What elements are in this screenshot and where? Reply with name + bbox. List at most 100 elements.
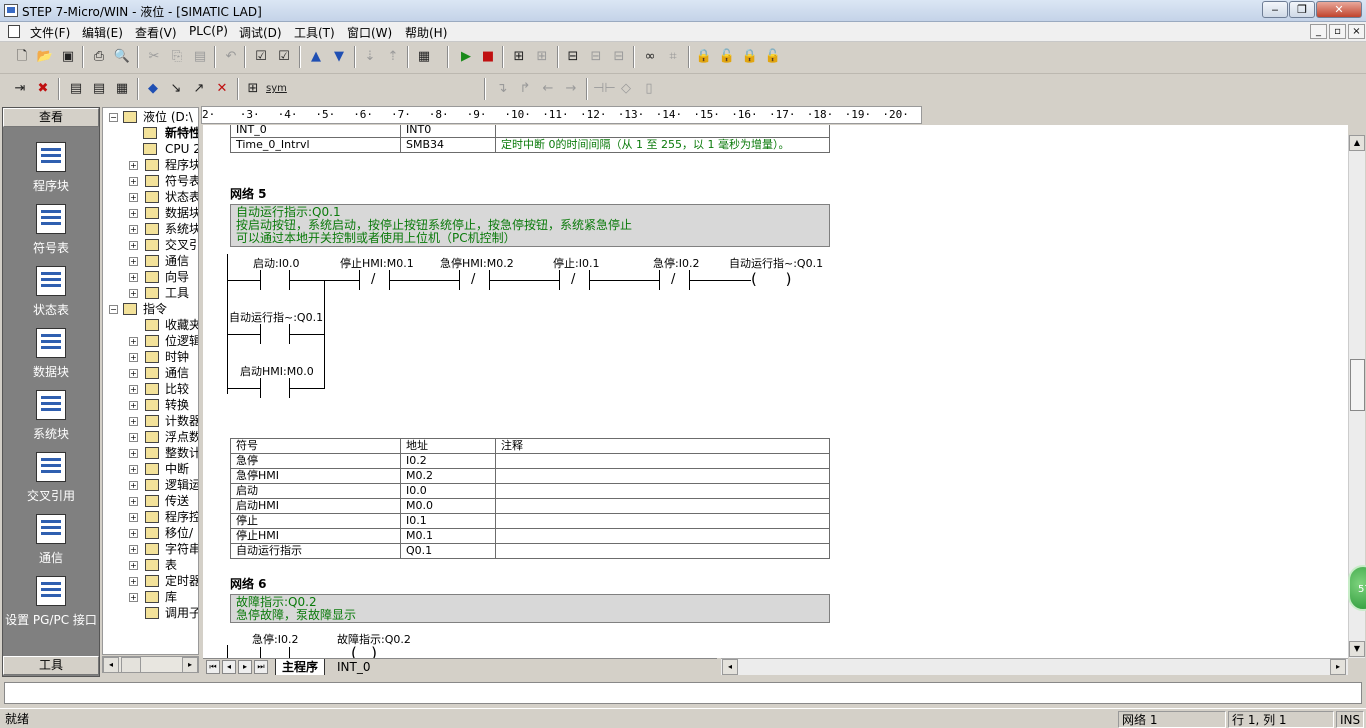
collapse-icon[interactable]: − <box>109 113 118 122</box>
sort-descending-icon[interactable]: ⇡ <box>383 47 403 67</box>
force-icon[interactable]: ∞ <box>640 47 660 67</box>
menu-file[interactable]: 文件(F) <box>30 24 70 41</box>
box-icon[interactable]: ▯ <box>639 79 659 99</box>
contact-estop-n6[interactable]: 急停:I0.2 <box>252 631 298 647</box>
nav-header[interactable]: 查看 <box>3 108 99 127</box>
expand-icon[interactable]: + <box>129 577 138 586</box>
menu-debug[interactable]: 调试(D) <box>239 24 282 41</box>
scroll-right-icon[interactable]: ▸ <box>1330 659 1346 675</box>
contact-stop-hmi[interactable]: 停止HMI:M0.1 <box>340 255 414 271</box>
editor-horizontal-scrollbar[interactable]: ◂ ▸ <box>721 658 1348 675</box>
nav-symbol-table[interactable]: 符号表 <box>3 204 99 266</box>
delete-network-icon[interactable]: ✖ <box>33 79 53 99</box>
save-all-icon[interactable]: ▣ <box>58 47 78 67</box>
minimize-button[interactable]: ‒ <box>1262 1 1288 18</box>
sym-icon[interactable]: sym <box>266 79 287 99</box>
chart-pause-icon[interactable]: ⊟ <box>586 47 606 67</box>
nav-status-chart[interactable]: 状态表 <box>3 266 99 328</box>
insert-network-icon[interactable]: ⇥ <box>10 79 30 99</box>
expand-icon[interactable]: + <box>129 593 138 602</box>
network-6-title[interactable]: 网络 6 <box>230 575 267 592</box>
nav-system-block[interactable]: 系统块 <box>3 390 99 452</box>
print-icon[interactable]: ⎙ <box>89 47 109 67</box>
line-left-icon[interactable]: ← <box>538 79 558 99</box>
expand-icon[interactable]: + <box>129 401 138 410</box>
contact-start[interactable]: 启动:I0.0 <box>253 255 299 271</box>
program-status-icon[interactable]: ⊞ <box>509 47 529 67</box>
prev-bookmark-icon[interactable]: ↗ <box>189 79 209 99</box>
cut-icon[interactable]: ✂ <box>144 47 164 67</box>
expand-icon[interactable]: + <box>129 353 138 362</box>
expand-icon[interactable]: + <box>129 561 138 570</box>
line-down-icon[interactable]: ↴ <box>492 79 512 99</box>
auto-run-coil[interactable]: ( ) <box>751 270 803 288</box>
apply-project-icon[interactable]: ⊞ <box>243 79 263 99</box>
expand-icon[interactable]: + <box>129 513 138 522</box>
expand-icon[interactable]: + <box>129 481 138 490</box>
expand-icon[interactable]: + <box>129 417 138 426</box>
scroll-thumb[interactable] <box>121 657 141 673</box>
expand-icon[interactable]: + <box>129 433 138 442</box>
unlock-icon[interactable]: 🔓 <box>717 47 737 67</box>
scroll-down-icon[interactable]: ▼ <box>1349 641 1365 657</box>
scroll-left-icon[interactable]: ◂ <box>103 657 119 673</box>
coil-auto-run[interactable]: 自动运行指~:Q0.1 <box>729 255 823 271</box>
bookmark-icon[interactable]: ◆ <box>143 79 163 99</box>
line-up-icon[interactable]: ↱ <box>515 79 535 99</box>
undo-icon[interactable]: ↶ <box>221 47 241 67</box>
contact-estop[interactable]: 急停:I0.2 <box>653 255 699 271</box>
menu-help[interactable]: 帮助(H) <box>405 24 447 41</box>
network-5-title[interactable]: 网络 5 <box>230 185 267 202</box>
pause-status-icon[interactable]: ⊞ <box>532 47 552 67</box>
restore-button[interactable]: ❐ <box>1289 1 1315 18</box>
tab-next-icon[interactable]: ▸ <box>238 660 252 674</box>
expand-icon[interactable]: + <box>129 289 138 298</box>
mdi-minimize-button[interactable]: _ <box>1310 24 1327 39</box>
tab-prev-icon[interactable]: ◂ <box>222 660 236 674</box>
read-forced-icon[interactable]: 🔒 <box>740 47 760 67</box>
new-file-icon[interactable]: 🗋 <box>12 47 32 67</box>
expand-icon[interactable]: + <box>129 465 138 474</box>
scroll-right-icon[interactable]: ▸ <box>182 657 198 673</box>
mdi-close-button[interactable]: × <box>1348 24 1365 39</box>
expand-icon[interactable]: + <box>129 177 138 186</box>
expand-icon[interactable]: + <box>129 193 138 202</box>
nav-communications[interactable]: 通信 <box>3 514 99 576</box>
next-bookmark-icon[interactable]: ↘ <box>166 79 186 99</box>
menu-plc[interactable]: PLC(P) <box>189 24 228 38</box>
expand-icon[interactable]: + <box>129 369 138 378</box>
network-6-comment[interactable]: 故障指示:Q0.2 急停故障，泵故障显示 <box>230 594 830 623</box>
nav-data-block[interactable]: 数据块 <box>3 328 99 390</box>
tree-horizontal-scrollbar[interactable]: ◂ ▸ <box>102 656 199 673</box>
run-icon[interactable]: ▶ <box>456 47 476 67</box>
expand-icon[interactable]: + <box>129 161 138 170</box>
coil-icon[interactable]: ◇ <box>616 79 636 99</box>
mdi-restore-button[interactable]: ▫ <box>1329 24 1346 39</box>
symbol-table-icon[interactable]: ▦ <box>112 79 132 99</box>
close-button[interactable]: ✕ <box>1316 1 1362 18</box>
lock-icon[interactable]: 🔒 <box>694 47 714 67</box>
tab-int0[interactable]: INT_0 <box>331 659 376 675</box>
expand-icon[interactable]: + <box>129 225 138 234</box>
contact-auto-run-hold[interactable]: 自动运行指~:Q0.1 <box>229 309 323 325</box>
chart-read-icon[interactable]: ⊟ <box>609 47 629 67</box>
nav-cross-reference[interactable]: 交叉引用 <box>3 452 99 514</box>
scroll-up-icon[interactable]: ▲ <box>1349 135 1365 151</box>
expand-icon[interactable]: + <box>129 385 138 394</box>
expand-icon[interactable]: + <box>129 257 138 266</box>
unforce-all-icon[interactable]: 🔓 <box>763 47 783 67</box>
copy-icon[interactable]: ⎘ <box>167 47 187 67</box>
expand-icon[interactable]: + <box>129 241 138 250</box>
tab-last-icon[interactable]: ⏭ <box>254 660 268 674</box>
chart-status-icon[interactable]: ⊟ <box>563 47 583 67</box>
output-window[interactable] <box>4 682 1362 704</box>
toggle-symbols-icon[interactable]: ▤ <box>89 79 109 99</box>
lad-editor[interactable]: INT_0 INT0 Time_0_Intrvl SMB34 定时中断 0的时间间隔（… <box>203 125 1348 658</box>
contact-icon[interactable]: ⊣⊢ <box>593 79 616 99</box>
tab-first-icon[interactable]: ⏮ <box>206 660 220 674</box>
fault-coil[interactable]: ( ) <box>351 644 377 658</box>
expand-icon[interactable]: + <box>129 209 138 218</box>
download-icon[interactable]: ▼ <box>329 47 349 67</box>
stop-icon[interactable]: ■ <box>478 47 498 67</box>
nav-set-pgpc-interface[interactable]: 设置 PG/PC 接口 <box>3 576 99 638</box>
